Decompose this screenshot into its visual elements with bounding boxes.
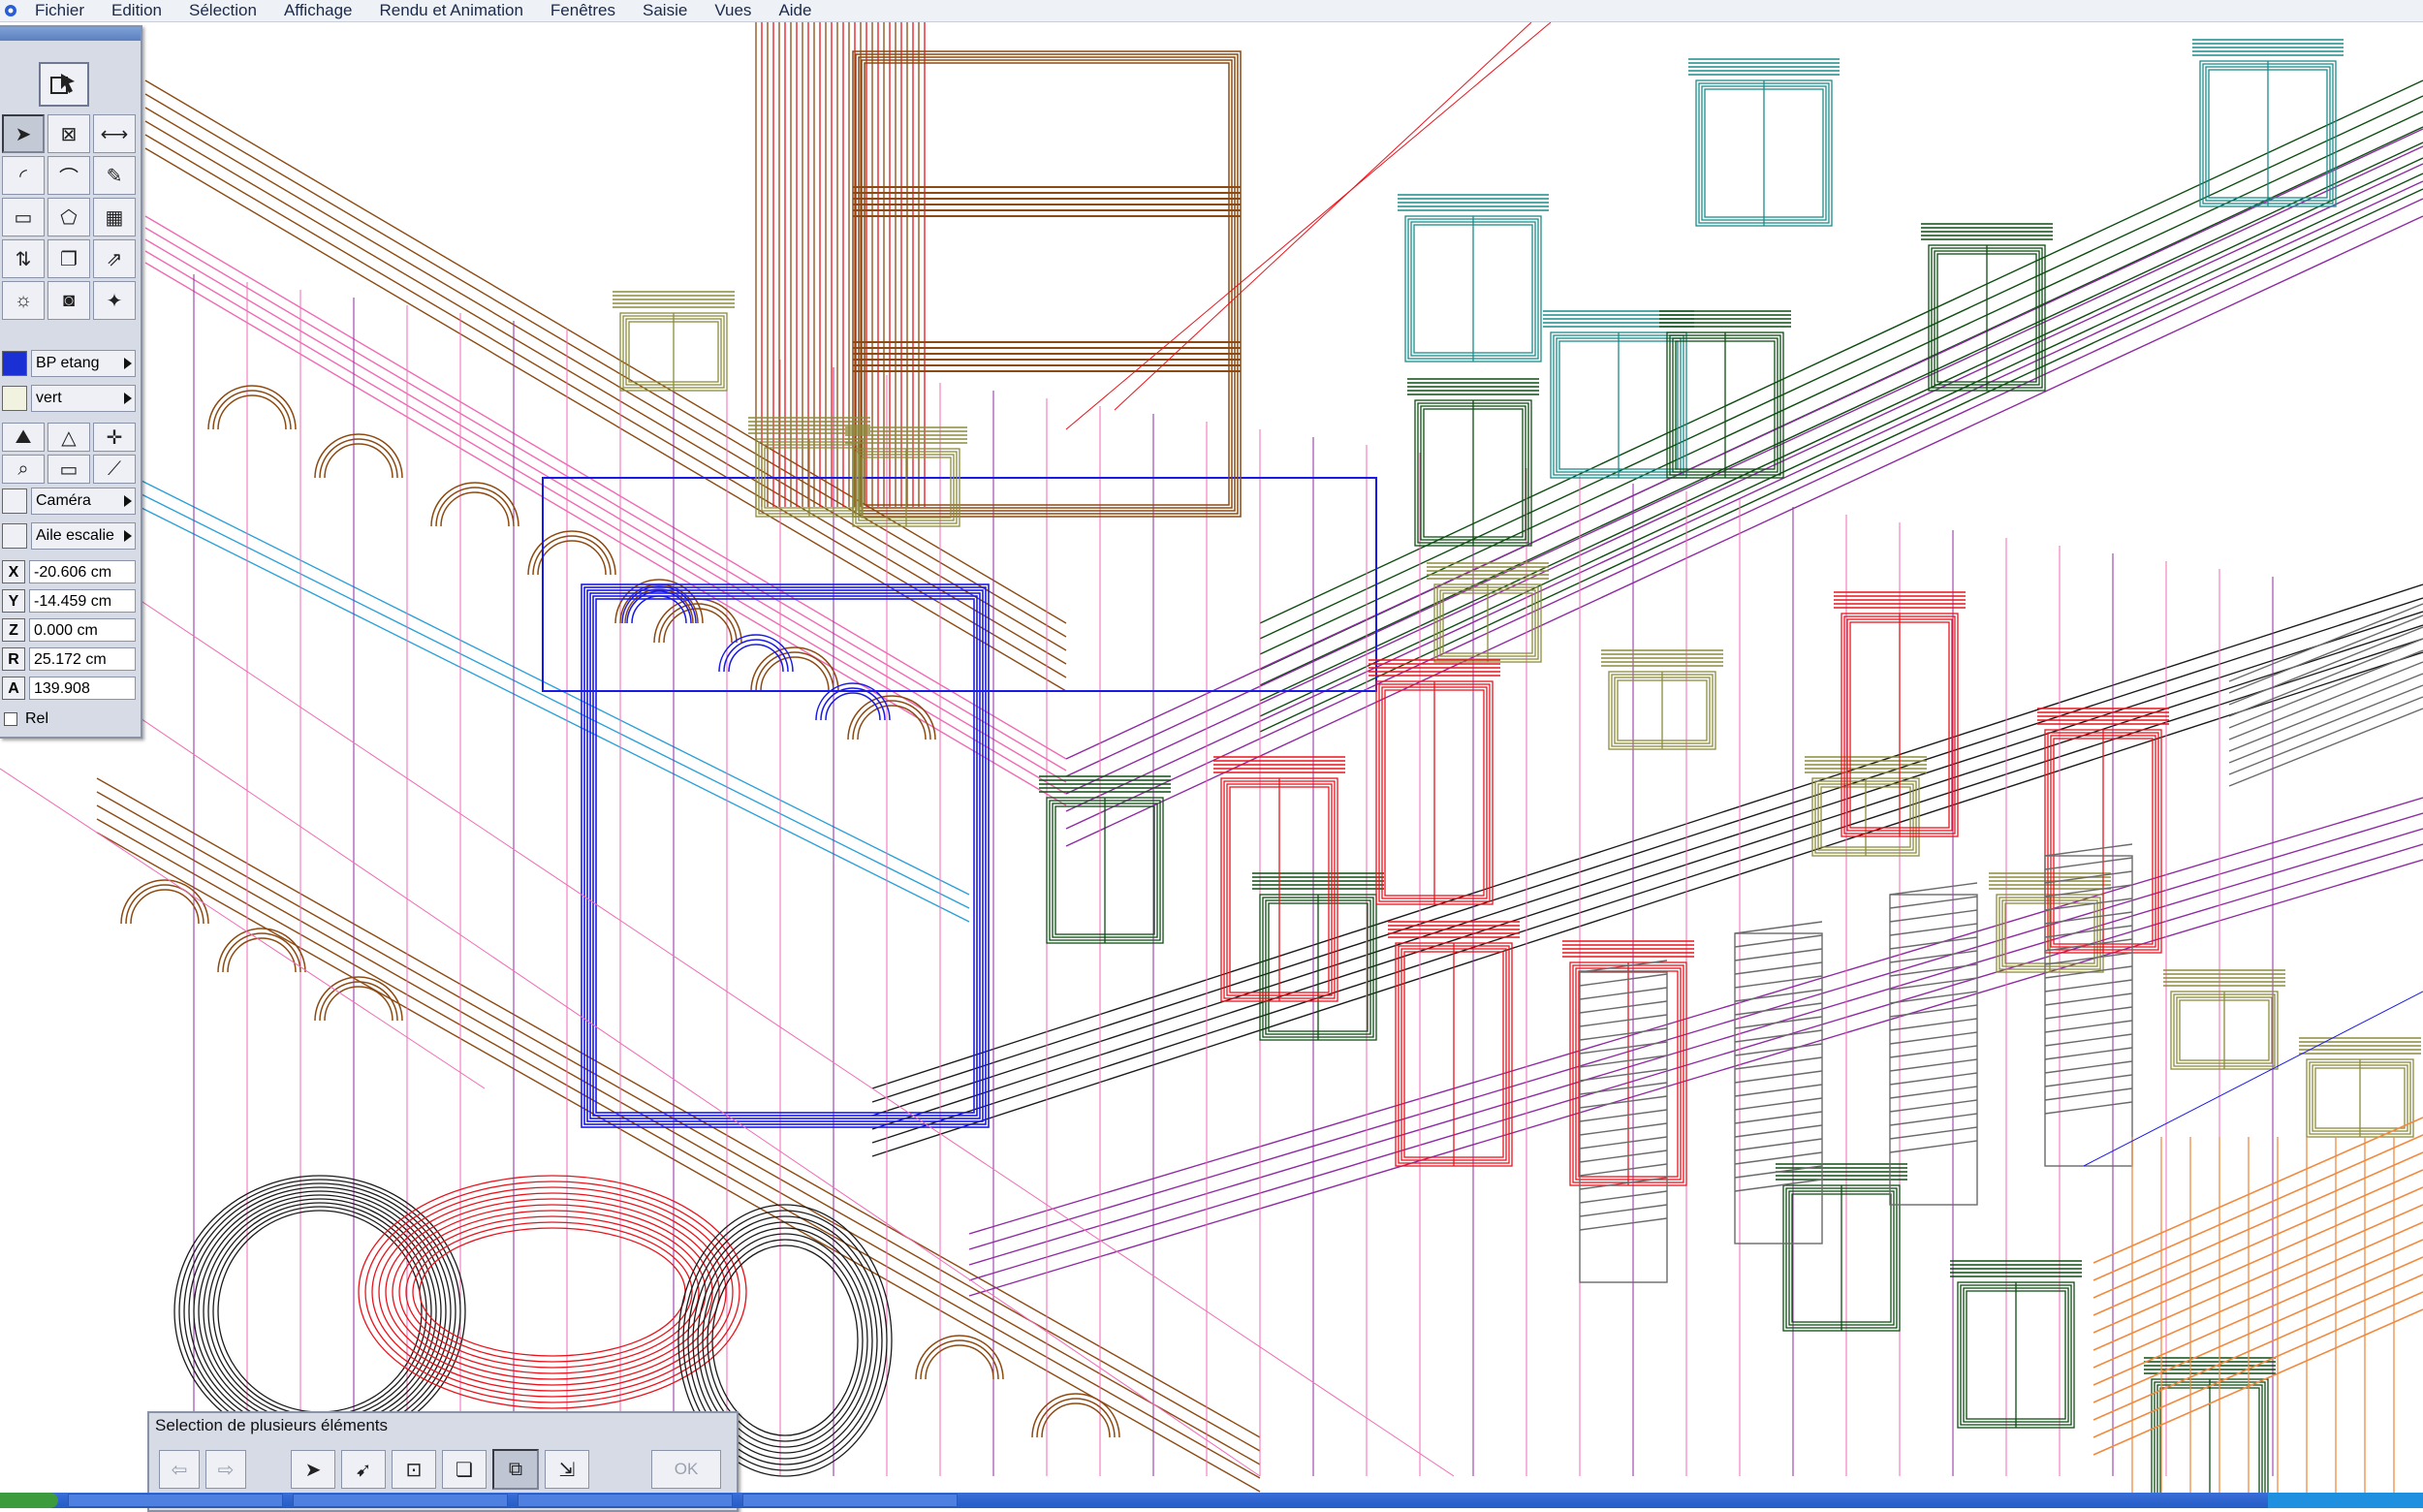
menu-affichage[interactable]: Affichage (270, 0, 366, 21)
coord-y-label: Y (2, 588, 25, 613)
shape-icon[interactable]: ⬠ (47, 198, 90, 236)
tool-grid: ➤ ⊠ ⟷ ◜ ⌒ ✎ ▭ ⬠ ▦ ⇅ ❐ ⇗ ☼ ◙ ✦ (2, 114, 136, 320)
layer-name: BP etang (36, 355, 100, 371)
coord-a-input[interactable]: 139.908 (29, 676, 136, 700)
camera-icon[interactable]: ◙ (47, 281, 90, 320)
taskbar-item[interactable] (293, 1494, 508, 1507)
menu-fichier[interactable]: Fichier (21, 0, 98, 21)
coord-a-row: A 139.908 (0, 675, 136, 701)
wireframe-viewport[interactable] (0, 22, 2423, 1493)
taskbar-item[interactable] (68, 1494, 283, 1507)
coord-z-label: Z (2, 617, 25, 642)
level-icon[interactable]: ▭ (47, 455, 90, 484)
coord-x-label: X (2, 559, 25, 583)
material-name: vert (36, 390, 62, 406)
scale-icon[interactable]: ⇗ (93, 239, 136, 278)
menu-vues[interactable]: Vues (701, 0, 765, 21)
system-tray (2268, 1493, 2423, 1508)
coord-r-row: R 25.172 cm (0, 646, 136, 672)
coord-z-row: Z 0.000 cm (0, 616, 136, 643)
dialog-title: Selection de plusieurs éléments (155, 1416, 389, 1434)
material-selector[interactable]: vert (0, 384, 136, 413)
view-tool-grid: ⛰ △ ✛ ⌕ ▭ ⟋ (2, 423, 136, 484)
layer-selector[interactable]: BP etang (0, 349, 136, 378)
move-icon[interactable]: ⇅ (2, 239, 45, 278)
taskbar-item[interactable] (518, 1494, 733, 1507)
light-icon[interactable]: ☼ (2, 281, 45, 320)
app-icon[interactable] (0, 0, 21, 21)
menu-fenetres[interactable]: Fenêtres (537, 0, 629, 21)
relative-toggle-row[interactable]: Rel (0, 706, 136, 732)
camera-icon (2, 488, 27, 514)
menu-rendu-animation[interactable]: Rendu et Animation (366, 0, 537, 21)
menu-edition[interactable]: Edition (98, 0, 175, 21)
walk-icon[interactable]: ✦ (93, 281, 136, 320)
next-arrow-icon[interactable]: ⇨ (205, 1450, 246, 1489)
start-button[interactable] (0, 1493, 58, 1508)
copy-icon[interactable]: ❐ (47, 239, 90, 278)
view-label: Aile escalie (36, 527, 114, 544)
coord-z-input[interactable]: 0.000 cm (29, 617, 136, 642)
previous-arrow-icon[interactable]: ⇦ (159, 1450, 200, 1489)
solid-icon[interactable]: ▭ (2, 198, 45, 236)
taskbar (0, 1493, 2423, 1508)
terrain-edit-icon[interactable]: △ (47, 423, 90, 452)
mesh-icon[interactable]: ▦ (93, 198, 136, 236)
menu-selection[interactable]: Sélection (175, 0, 270, 21)
material-color-swatch (2, 386, 27, 411)
zoom-icon[interactable]: ⌕ (2, 455, 45, 484)
menu-aide[interactable]: Aide (765, 0, 825, 21)
coord-a-label: A (2, 676, 25, 700)
view-selector[interactable]: Aile escalie (0, 521, 136, 551)
coord-y-row: Y -14.459 cm (0, 587, 136, 614)
group-select-icon[interactable]: ⧉ (492, 1449, 539, 1490)
layer-color-swatch (2, 351, 27, 376)
terrain-icon[interactable]: ⛰ (2, 423, 45, 452)
palette-titlebar[interactable] (0, 27, 141, 41)
box-icon[interactable]: ⊠ (47, 114, 90, 153)
menu-bar: Fichier Edition Sélection Affichage Rend… (0, 0, 2423, 22)
axis-icon (2, 523, 27, 549)
lasso-icon[interactable]: ⊡ (392, 1450, 436, 1489)
camera-selector[interactable]: Caméra (0, 487, 136, 516)
stretch-icon[interactable]: ⇲ (545, 1450, 589, 1489)
wrench-icon[interactable]: ✎ (93, 156, 136, 195)
relative-checkbox[interactable] (4, 711, 17, 726)
dimension-icon[interactable]: ⟷ (93, 114, 136, 153)
coord-x-row: X -20.606 cm (0, 558, 136, 584)
pan-icon[interactable]: ✛ (93, 423, 136, 452)
curve-icon[interactable]: ⌒ (47, 156, 90, 195)
arc-icon[interactable]: ◜ (2, 156, 45, 195)
coord-y-input[interactable]: -14.459 cm (29, 588, 136, 613)
coord-r-label: R (2, 646, 25, 671)
tool-palette: ➤ ⊠ ⟷ ◜ ⌒ ✎ ▭ ⬠ ▦ ⇅ ❐ ⇗ ☼ ◙ ✦ BP etang v… (0, 25, 142, 739)
selection-mode-tool[interactable] (39, 62, 89, 107)
arrow-select-icon[interactable]: ➤ (291, 1450, 335, 1489)
ok-button[interactable]: OK (651, 1450, 721, 1489)
arrow-select-icon[interactable]: ➤ (2, 114, 45, 153)
arrow-plus-icon[interactable]: ➹ (341, 1450, 386, 1489)
solid-select-icon[interactable]: ❏ (442, 1450, 487, 1489)
measure-icon[interactable]: ⟋ (93, 455, 136, 484)
menu-saisie[interactable]: Saisie (629, 0, 701, 21)
relative-label: Rel (25, 709, 49, 727)
taskbar-item[interactable] (742, 1494, 958, 1507)
camera-label: Caméra (36, 492, 91, 509)
coord-x-input[interactable]: -20.606 cm (29, 559, 136, 583)
coord-r-input[interactable]: 25.172 cm (29, 646, 136, 671)
